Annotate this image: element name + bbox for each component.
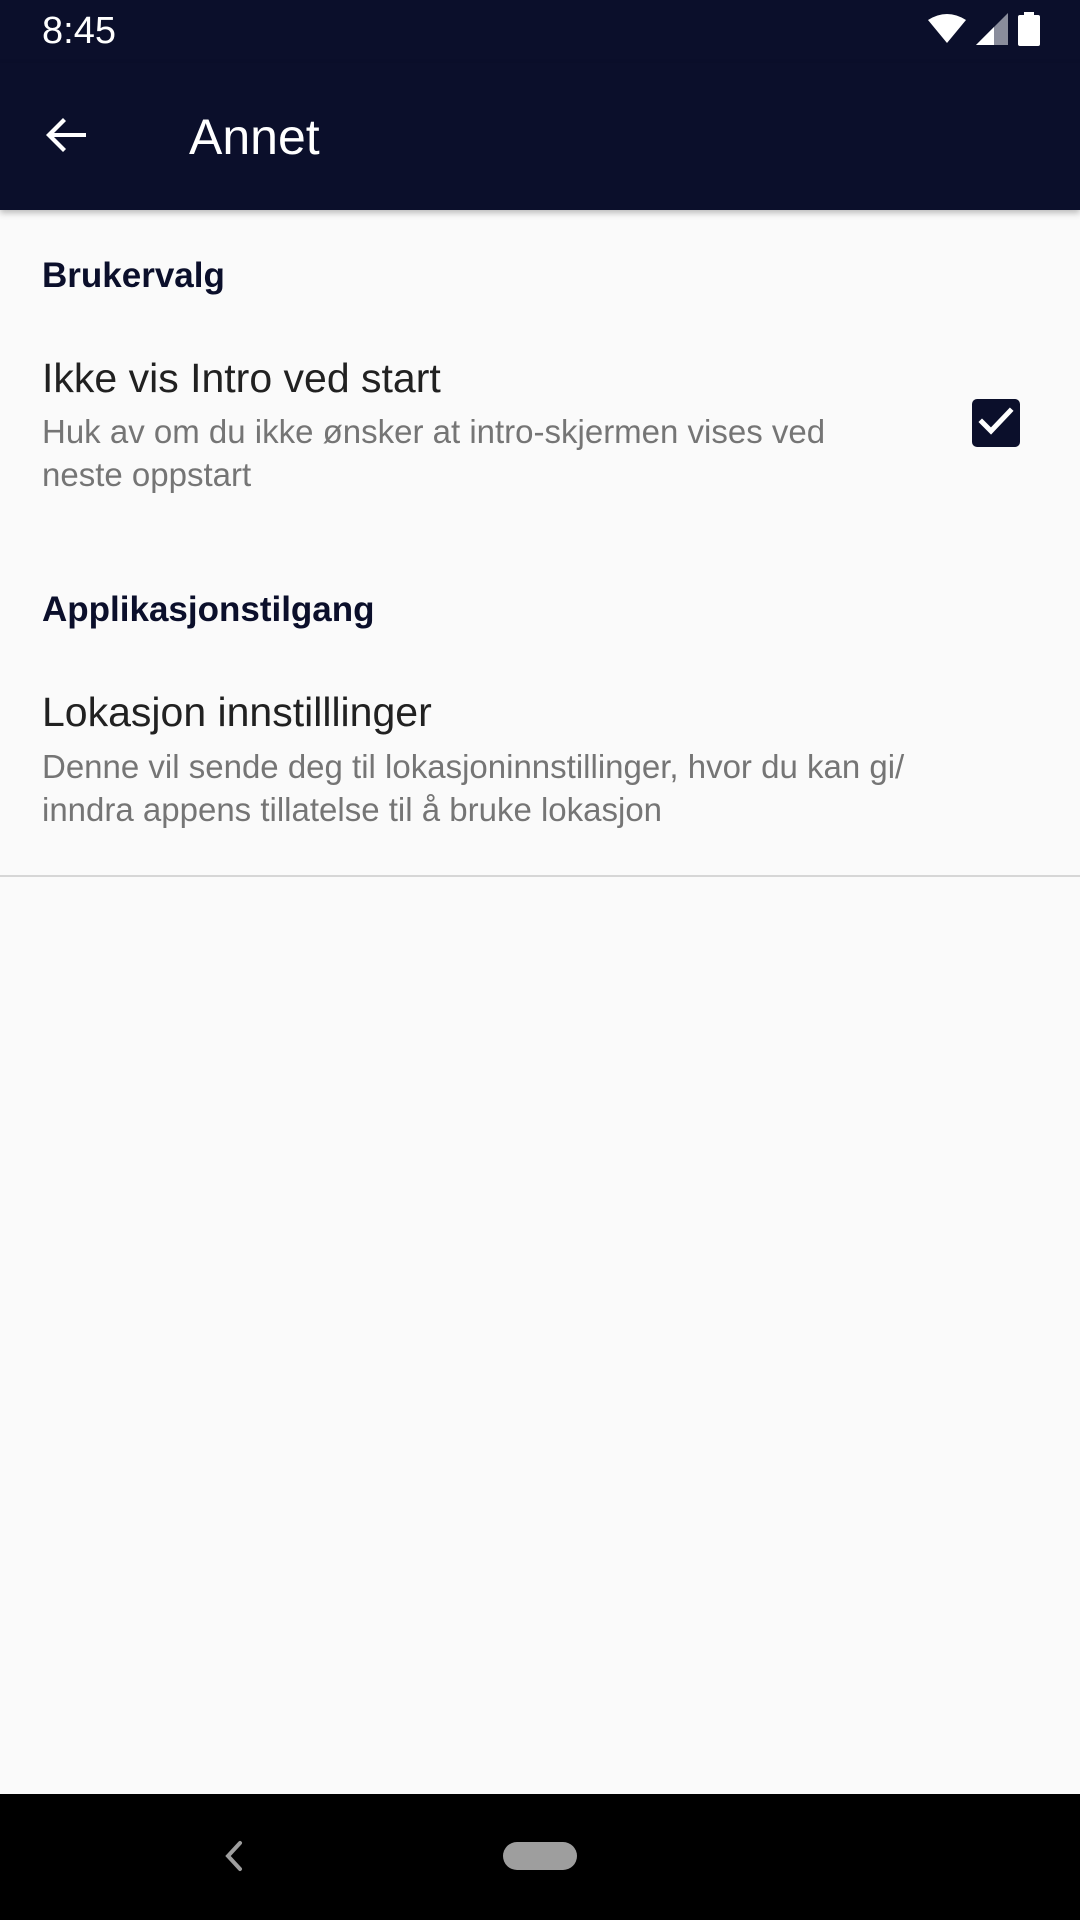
list-divider xyxy=(0,875,1080,877)
intro-preference-summary-line2: neste oppstart xyxy=(42,456,252,493)
location-settings-summary-line2: inndra appens tillatelse til å bruke lok… xyxy=(42,791,663,828)
wifi-icon xyxy=(928,13,966,49)
status-icons xyxy=(928,11,1040,51)
location-settings-row[interactable]: Lokasjon innstilllinger Denne vil sende … xyxy=(0,665,1080,865)
app-bar: Annet xyxy=(0,63,1080,210)
system-nav-bar xyxy=(0,1794,1080,1920)
location-settings-summary-line1: Denne vil sende deg til lokasjoninnstill… xyxy=(42,748,905,785)
cellular-signal-icon xyxy=(976,12,1008,50)
nav-back-button[interactable] xyxy=(214,1834,254,1882)
location-settings-title: Lokasjon innstilllinger xyxy=(42,689,432,735)
status-bar: 8:45 xyxy=(0,0,1080,63)
back-button[interactable] xyxy=(34,105,98,169)
intro-preference-summary-line1: Huk av om du ikke ønsker at intro-skjerm… xyxy=(42,413,826,450)
intro-checkbox[interactable] xyxy=(972,399,1020,447)
intro-preference-row[interactable]: Ikke vis Intro ved start Huk av om du ik… xyxy=(0,330,1080,520)
arrow-back-icon xyxy=(42,111,90,164)
checkmark-icon xyxy=(978,403,1014,444)
section-header-user-prefs: Brukervalg xyxy=(42,256,225,295)
status-time: 8:45 xyxy=(42,10,116,52)
page-title: Annet xyxy=(189,109,320,165)
chevron-left-icon xyxy=(222,1839,246,1878)
section-header-app-access: Applikasjonstilgang xyxy=(42,590,375,629)
battery-icon xyxy=(1018,11,1040,51)
nav-home-pill[interactable] xyxy=(503,1842,577,1870)
intro-preference-title: Ikke vis Intro ved start xyxy=(42,355,441,401)
settings-screen: 8:45 Annet Brukervalg Ikke vis Intro ved… xyxy=(0,0,1080,1920)
